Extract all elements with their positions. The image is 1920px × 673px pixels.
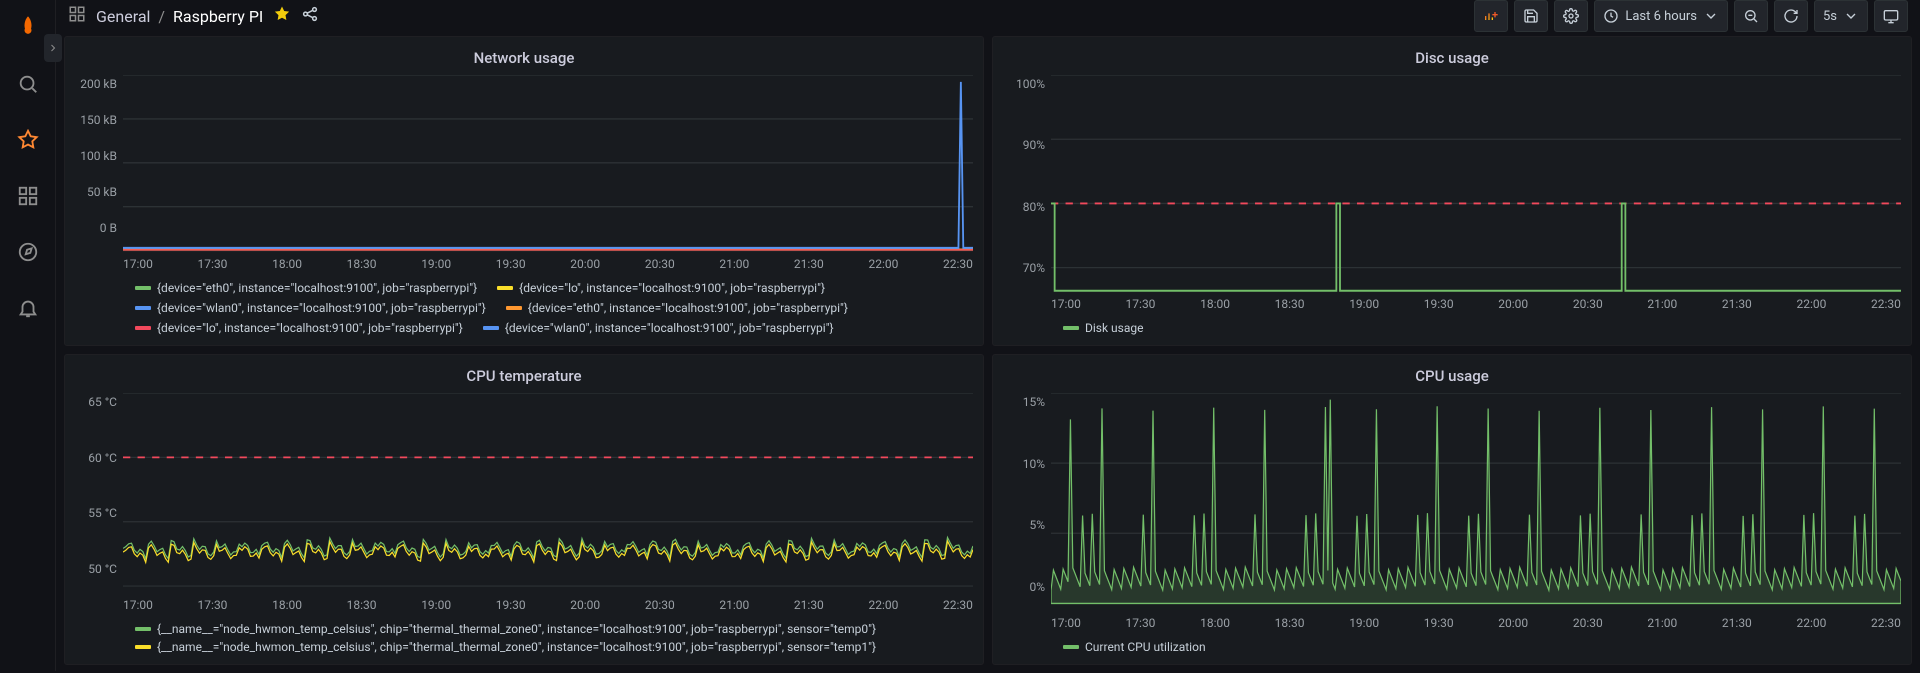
x-axis: 17:0017:3018:0018:3019:0019:3020:0020:30…: [993, 293, 1911, 313]
chart-area[interactable]: [123, 393, 973, 593]
x-axis: 17:0017:3018:0018:3019:0019:3020:0020:30…: [65, 253, 983, 273]
tv-mode-button[interactable]: [1874, 0, 1908, 32]
star-icon[interactable]: [273, 5, 291, 27]
legend-item[interactable]: {device="wlan0", instance="localhost:910…: [135, 301, 486, 315]
legend: Disk usage: [993, 313, 1911, 339]
panel-cpu-usage: CPU usage 15% 10% 5% 0%: [992, 354, 1912, 664]
legend-item[interactable]: Disk usage: [1063, 321, 1143, 335]
refresh-interval-label: 5s: [1823, 9, 1837, 24]
legend-item[interactable]: {device="lo", instance="localhost:9100",…: [497, 281, 825, 295]
y-axis: 200 kB 150 kB 100 kB 50 kB 0 B: [75, 75, 123, 253]
legend-item[interactable]: Current CPU utilization: [1063, 640, 1206, 654]
panel-title[interactable]: CPU temperature: [65, 361, 983, 389]
time-range-picker[interactable]: Last 6 hours: [1594, 0, 1728, 32]
panel-title[interactable]: CPU usage: [993, 361, 1911, 389]
panel-cpu-temperature: CPU temperature 65 °C 60 °C 55 °C 50 °C: [64, 354, 984, 664]
refresh-interval-picker[interactable]: 5s: [1814, 0, 1868, 32]
add-panel-button[interactable]: [1474, 0, 1508, 32]
x-axis: 17:0017:3018:0018:3019:0019:3020:0020:30…: [65, 594, 983, 614]
apps-icon[interactable]: [68, 5, 86, 27]
breadcrumb-separator: /: [158, 7, 165, 26]
panel-grid: Network usage 200 kB 150 kB 100 kB 50 kB…: [56, 32, 1920, 673]
zoom-out-button[interactable]: [1734, 0, 1768, 32]
share-icon[interactable]: [301, 5, 319, 27]
settings-button[interactable]: [1554, 0, 1588, 32]
legend: {device="eth0", instance="localhost:9100…: [65, 273, 983, 339]
y-axis: 15% 10% 5% 0%: [1003, 393, 1051, 611]
legend: {__name__="node_hwmon_temp_celsius", chi…: [65, 614, 983, 658]
chevron-down-icon: [1703, 8, 1719, 24]
panel-disc-usage: Disc usage 100% 90% 80% 70%: [992, 36, 1912, 346]
save-button[interactable]: [1514, 0, 1548, 32]
legend-item[interactable]: {device="wlan0", instance="localhost:910…: [483, 321, 834, 335]
legend: Current CPU utilization: [993, 632, 1911, 658]
search-icon[interactable]: [8, 64, 48, 104]
starred-icon[interactable]: [8, 120, 48, 160]
chart-area[interactable]: [1051, 75, 1901, 293]
explore-icon[interactable]: [8, 232, 48, 272]
breadcrumb-folder[interactable]: General: [96, 7, 150, 26]
sidebar: [0, 0, 56, 671]
panel-title[interactable]: Disc usage: [993, 43, 1911, 71]
refresh-button[interactable]: [1774, 0, 1808, 32]
dashboards-icon[interactable]: [8, 176, 48, 216]
breadcrumb-dashboard: Raspberry PI: [173, 7, 263, 26]
chevron-down-icon: [1843, 8, 1859, 24]
legend-item[interactable]: {__name__="node_hwmon_temp_celsius", chi…: [135, 622, 969, 636]
time-range-label: Last 6 hours: [1625, 9, 1697, 24]
chart-area[interactable]: [1051, 393, 1901, 611]
x-axis: 17:0017:3018:0018:3019:0019:3020:0020:30…: [993, 612, 1911, 632]
breadcrumb: General / Raspberry PI: [96, 7, 263, 26]
legend-item[interactable]: {device="lo", instance="localhost:9100",…: [135, 321, 463, 335]
legend-item[interactable]: {device="eth0", instance="localhost:9100…: [506, 301, 848, 315]
legend-item[interactable]: {__name__="node_hwmon_temp_celsius", chi…: [135, 640, 969, 654]
legend-item[interactable]: {device="eth0", instance="localhost:9100…: [135, 281, 477, 295]
main: General / Raspberry PI Last: [56, 0, 1920, 671]
panel-network-usage: Network usage 200 kB 150 kB 100 kB 50 kB…: [64, 36, 984, 346]
y-axis: 100% 90% 80% 70%: [1003, 75, 1051, 293]
panel-title[interactable]: Network usage: [65, 43, 983, 71]
grafana-logo-icon[interactable]: [8, 8, 48, 48]
expand-sidebar-button[interactable]: [44, 34, 62, 62]
y-axis: 65 °C 60 °C 55 °C 50 °C: [75, 393, 123, 593]
chart-area[interactable]: [123, 75, 973, 253]
topbar: General / Raspberry PI Last: [56, 0, 1920, 32]
alerting-icon[interactable]: [8, 288, 48, 328]
